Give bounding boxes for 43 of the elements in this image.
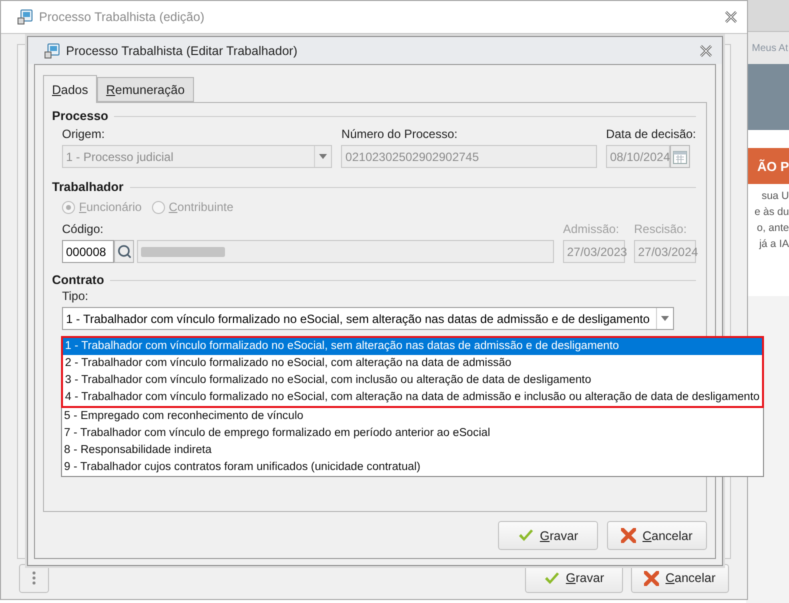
section-heading: Contrato bbox=[52, 273, 104, 287]
background-text: o, ante bbox=[756, 222, 789, 234]
caret-icon bbox=[319, 154, 328, 159]
field-label: Rescisão: bbox=[634, 222, 688, 236]
dialog-title: Processo Trabalhista (Editar Trabalhador) bbox=[66, 44, 298, 58]
dropdown-option[interactable]: 1 - Trabalhador com vínculo formalizado no eSocial, sem alteração nas datas de admissão e de desligamento bbox=[63, 338, 762, 355]
search-button[interactable] bbox=[114, 240, 134, 263]
app-icon bbox=[17, 9, 33, 25]
tab[interactable]: Remuneração bbox=[97, 77, 194, 102]
radio-label: Contribuinte bbox=[168, 200, 234, 214]
cancel-button[interactable]: Cancelar bbox=[607, 521, 707, 550]
background-text: sua U bbox=[762, 190, 789, 202]
window-title: Processo Trabalhista (edição) bbox=[39, 10, 206, 24]
field-label: Data de decisão: bbox=[606, 127, 696, 141]
banner-text: ÃO P bbox=[757, 158, 789, 174]
field-label: Tipo: bbox=[62, 289, 90, 303]
calendar-icon bbox=[672, 150, 687, 164]
tab[interactable]: Dados bbox=[43, 75, 98, 103]
field-label: Admissão: bbox=[563, 222, 620, 236]
check-icon bbox=[544, 572, 560, 584]
field-label: Origem: bbox=[62, 127, 106, 141]
background-text: e às du bbox=[754, 206, 789, 218]
background-tab-label: Meus At bbox=[752, 42, 788, 54]
check-icon bbox=[518, 529, 534, 542]
section-heading: Trabalhador bbox=[52, 180, 124, 194]
radio-label: Funcionário bbox=[79, 200, 142, 214]
type-dropdown[interactable]: 1 - Trabalhador com vínculo formalizado no eSocial, sem alteração nas datas de admissão e de desligamento bbox=[62, 307, 674, 330]
dots-icon bbox=[32, 571, 36, 585]
x-icon bbox=[644, 570, 660, 586]
app-icon bbox=[44, 42, 60, 58]
caret-icon bbox=[661, 316, 669, 321]
section-heading: Processo bbox=[52, 109, 108, 123]
search-icon bbox=[116, 244, 132, 259]
field-label: Número do Processo: bbox=[341, 127, 458, 141]
field-label: Código: bbox=[62, 222, 104, 236]
close-icon[interactable] bbox=[700, 44, 712, 56]
x-icon bbox=[621, 528, 636, 543]
code-field[interactable]: 000008 bbox=[62, 240, 114, 263]
background-text: já a IA bbox=[759, 238, 789, 250]
background-strip bbox=[746, 130, 789, 148]
close-icon[interactable] bbox=[725, 11, 737, 23]
save-button[interactable]: Gravar bbox=[498, 521, 598, 550]
calendar-button[interactable] bbox=[670, 145, 690, 168]
